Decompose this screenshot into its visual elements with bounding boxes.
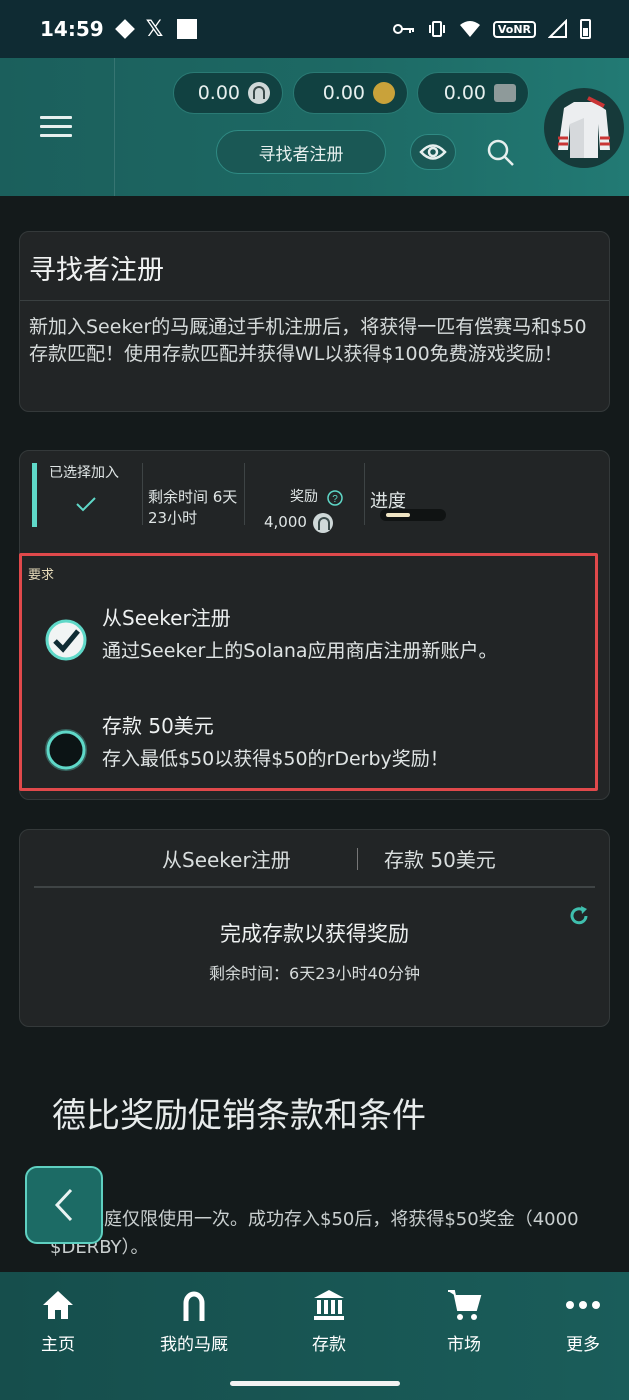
more-dots-icon — [566, 1301, 600, 1309]
jockey-silks-icon — [558, 96, 610, 158]
time-left: 剩余时间 6天23小时 — [148, 463, 245, 527]
nav-label: 市场 — [447, 1335, 481, 1355]
vibrate-icon — [428, 21, 445, 37]
eye-icon — [419, 144, 447, 160]
signal-icon — [548, 19, 567, 38]
cart-icon — [448, 1290, 482, 1320]
page-title: 寻找者注册 — [29, 255, 164, 286]
jockey-avatar[interactable] — [544, 88, 624, 168]
progress-bar-fill — [386, 513, 410, 517]
reward-value: 4,000 — [264, 513, 307, 531]
key-icon — [392, 24, 414, 34]
eye-toggle-button[interactable] — [410, 134, 456, 170]
nav-more[interactable]: 更多 — [533, 1286, 629, 1355]
nav-label: 我的马厩 — [160, 1335, 228, 1355]
reward-label: 奖励 — [290, 489, 318, 505]
gesture-home-bar[interactable] — [230, 1381, 400, 1386]
nav-market[interactable]: 市场 — [414, 1286, 514, 1355]
balance-value: 0.00 — [197, 82, 240, 104]
seeker-register-button[interactable]: 寻找者注册 — [216, 130, 386, 174]
checked-circle-icon — [45, 619, 87, 661]
notification-diamond-icon — [114, 19, 135, 39]
nav-home[interactable]: 主页 — [8, 1286, 108, 1355]
wifi-icon — [459, 21, 480, 37]
time-left-label: 剩余时间 6天23小时 — [148, 488, 238, 527]
requirements-section: 要求 从Seeker注册 通过Seeker上的Solana应用商店注册新账户。 … — [19, 553, 598, 791]
tab-deposit[interactable]: 存款 50美元 — [384, 844, 496, 873]
svg-text:?: ? — [332, 494, 338, 505]
header-divider — [114, 58, 115, 196]
segment-divider — [142, 463, 143, 525]
promo-description: 新加入Seeker的马厩通过手机注册后，将获得一匹有偿赛马和$50存款匹配！使用… — [29, 316, 587, 365]
segment-divider — [244, 463, 245, 525]
progress-bar — [380, 509, 446, 521]
home-icon — [43, 1291, 73, 1319]
promo-card: 寻找者注册 新加入Seeker的马厩通过手机注册后，将获得一匹有偿赛马和$50存… — [19, 231, 610, 412]
segment-divider — [364, 463, 365, 525]
balance-value: 0.00 — [322, 82, 365, 104]
steps-card: 从Seeker注册 存款 50美元 完成存款以获得奖励 剩余时间：6天23小时4… — [19, 829, 610, 1027]
reward-info: 奖励 ? 4,000 — [264, 463, 365, 533]
requirement-desc: 通过Seeker上的Solana应用商店注册新账户。 — [102, 640, 498, 662]
tab-seeker-register[interactable]: 从Seeker注册 — [162, 844, 291, 873]
horseshoe-icon — [183, 1291, 205, 1321]
balance-value: 0.00 — [443, 82, 486, 104]
steps-tabs: 从Seeker注册 存款 50美元 — [34, 830, 595, 888]
vonr-badge: VoNR — [492, 20, 536, 38]
back-button[interactable] — [25, 1166, 103, 1244]
step-status: 完成存款以获得奖励 — [220, 922, 409, 946]
nav-label: 存款 — [312, 1335, 346, 1355]
unchecked-circle-icon — [45, 729, 87, 771]
terms-text: 每个家庭仅限使用一次。成功存入$50后，将获得$50奖金（4000 $DERBY… — [50, 1209, 579, 1258]
requirement-item[interactable]: 从Seeker注册 通过Seeker上的Solana应用商店注册新账户。 — [22, 600, 595, 690]
requirement-item[interactable]: 存款 50美元 存入最低$50以获得$50的rDerby奖励！ — [22, 708, 595, 788]
clock: 14:59 — [40, 17, 104, 41]
nav-my-stable[interactable]: 我的马厩 — [144, 1286, 244, 1355]
x-app-icon: 𝕏 — [145, 16, 164, 42]
requirement-title: 从Seeker注册 — [102, 606, 231, 630]
status-bar: 14:59 𝕏 VoNR — [0, 0, 629, 58]
time-remaining: 剩余时间：6天23小时40分钟 — [209, 964, 420, 983]
search-icon[interactable] — [486, 138, 516, 168]
balance-pill-silver[interactable]: 0.00 — [173, 72, 283, 114]
joined-label: 已选择加入 — [49, 465, 119, 481]
battery-icon — [580, 19, 591, 39]
check-icon — [76, 497, 96, 512]
chevron-left-icon — [54, 1188, 73, 1222]
joined-status: 已选择加入 — [32, 463, 143, 527]
nav-label: 更多 — [566, 1335, 600, 1355]
nav-label: 主页 — [41, 1335, 75, 1355]
cash-icon — [494, 84, 516, 102]
help-icon[interactable]: ? — [324, 489, 344, 507]
horseshoe-coin-icon — [312, 512, 333, 533]
balance-pill-cash[interactable]: 0.00 — [417, 72, 529, 114]
tab-separator — [357, 848, 358, 870]
notification-square-icon — [177, 19, 198, 39]
requirement-desc: 存入最低$50以获得$50的rDerby奖励！ — [102, 748, 449, 770]
requirements-label: 要求 — [28, 568, 55, 583]
title-divider — [20, 300, 609, 301]
nav-deposit[interactable]: 存款 — [279, 1286, 379, 1355]
horseshoe-coin-icon — [248, 82, 270, 104]
requirement-title: 存款 50美元 — [102, 714, 214, 738]
app-header: 0.00 0.00 0.00 — [0, 58, 629, 196]
terms-title: 德比奖励促销条款和条件 — [52, 1096, 426, 1136]
bank-icon — [314, 1290, 344, 1320]
hamburger-menu-icon[interactable] — [40, 116, 72, 143]
gold-crown-coin-icon — [373, 82, 395, 104]
balance-pill-gold[interactable]: 0.00 — [293, 72, 408, 114]
